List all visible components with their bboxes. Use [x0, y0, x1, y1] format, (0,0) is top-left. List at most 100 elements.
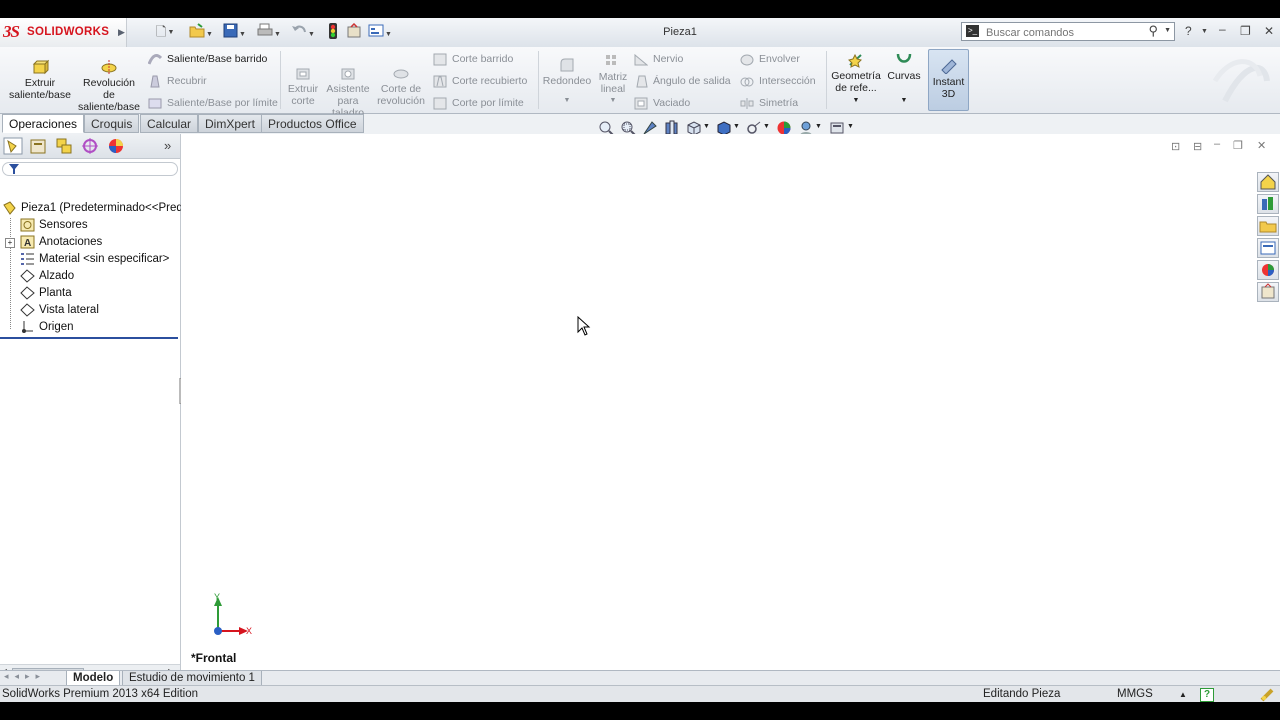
tab-croquis[interactable]: Croquis	[84, 114, 140, 133]
property-manager-tab-icon[interactable]	[28, 137, 48, 155]
tree-item-planta[interactable]: Planta	[20, 285, 72, 302]
help-dropdown-icon[interactable]: ▼	[1201, 28, 1208, 35]
help-icon[interactable]: ?	[1185, 24, 1192, 38]
view-orientation-dropdown-icon[interactable]: ▼	[703, 123, 710, 130]
task-pane-view-palette-tab[interactable]	[1257, 238, 1279, 258]
tree-item-sensores[interactable]: Sensores	[20, 217, 88, 234]
extrude-cut-button[interactable]: Extruir corte	[284, 65, 322, 107]
tab-estudio-movimiento[interactable]: Estudio de movimiento 1	[122, 671, 262, 686]
tab-modelo[interactable]: Modelo	[66, 671, 121, 686]
restore-icon[interactable]: ❐	[1240, 24, 1251, 38]
lofted-cut-button[interactable]: Corte recubierto	[433, 73, 527, 89]
plane-icon	[20, 303, 35, 317]
tab-productos-office[interactable]: Productos Office	[261, 114, 364, 133]
task-pane-custom-properties-tab[interactable]	[1257, 282, 1279, 302]
linear-pattern-button[interactable]: Matriz lineal ▼	[596, 55, 630, 107]
tab-calcular[interactable]: Calcular	[140, 114, 199, 133]
plane-icon	[20, 269, 35, 283]
open-folder-icon[interactable]: ▼	[189, 23, 213, 41]
close-icon[interactable]: ✕	[1264, 24, 1274, 38]
solidworks-menu-logo[interactable]: 3S SOLIDWORKS ▶	[0, 18, 127, 47]
linear-pattern-dropdown-icon[interactable]: ▼	[596, 95, 630, 107]
loft-label: Recubrir	[167, 75, 207, 87]
status-units[interactable]: MMGS	[1117, 686, 1153, 702]
fillet-icon	[560, 58, 574, 72]
boundary-cut-button[interactable]: Corte por límite	[433, 95, 524, 111]
rebuild-status-icon[interactable]	[1259, 687, 1275, 702]
extrude-cut-icon	[296, 68, 310, 80]
extrude-boss-button[interactable]: Extruir saliente/base	[6, 59, 74, 101]
reference-geometry-button[interactable]: Geometría de refe... ▼	[829, 53, 883, 107]
viewport-restore-icon[interactable]: ❐	[1233, 139, 1243, 152]
menu-expand-arrow-icon[interactable]: ▶	[118, 27, 125, 38]
fillet-button[interactable]: Redondeo ▼	[541, 58, 593, 107]
draft-icon	[634, 75, 648, 88]
loft-button[interactable]: Recubrir	[148, 73, 207, 89]
new-document-icon[interactable]: 🗋▼	[156, 23, 174, 41]
rollback-bar[interactable]	[0, 337, 178, 339]
view-settings-dropdown-icon[interactable]: ▼	[847, 123, 854, 130]
feature-tree-tab-icon[interactable]	[3, 137, 23, 155]
graphics-area[interactable]: ⊡ ⊟ – ❐ ✕ Y X	[181, 134, 1280, 670]
tree-item-vista-lateral[interactable]: Vista lateral	[20, 302, 99, 319]
curves-dropdown-icon[interactable]: ▼	[884, 95, 924, 107]
viewport-minimize-icon[interactable]: –	[1214, 138, 1220, 150]
swept-cut-button[interactable]: Corte barrido	[433, 51, 513, 67]
tree-item-label: Anotaciones	[39, 236, 103, 248]
fm-more-tabs-icon[interactable]: »	[164, 138, 171, 153]
minimize-icon[interactable]: –	[1219, 22, 1226, 36]
configuration-manager-tab-icon[interactable]	[54, 137, 74, 155]
task-pane-home-tab[interactable]	[1257, 172, 1279, 192]
custom-properties-icon	[1261, 283, 1275, 299]
feature-tree-filter[interactable]	[2, 162, 178, 176]
swept-boss-button[interactable]: Saliente/Base barrido	[147, 51, 267, 67]
instant3d-toggle-button[interactable]: Instant 3D	[928, 49, 969, 111]
display-manager-tab-icon[interactable]	[106, 137, 126, 155]
save-icon[interactable]: ▼	[223, 23, 246, 41]
viewport-two-view-icon[interactable]: ⊟	[1193, 140, 1202, 153]
task-pane-file-explorer-tab[interactable]	[1257, 216, 1279, 236]
draft-button[interactable]: Ángulo de salida	[634, 73, 731, 89]
units-menu-arrow[interactable]: ▲	[1179, 686, 1187, 702]
apply-scene-dropdown-icon[interactable]: ▼	[815, 123, 822, 130]
wrap-button[interactable]: Envolver	[740, 51, 800, 67]
revolve-cut-button[interactable]: Corte de revolución	[375, 65, 427, 107]
task-pane-appearances-tab[interactable]	[1257, 260, 1279, 280]
expand-anotaciones-icon[interactable]: +	[5, 238, 15, 248]
viewport-close-icon[interactable]: ✕	[1257, 139, 1266, 152]
hide-show-dropdown-icon[interactable]: ▼	[763, 123, 770, 130]
tab-operaciones[interactable]: Operaciones	[2, 114, 85, 133]
hole-wizard-button[interactable]: Asistente para taladro	[324, 65, 372, 119]
curves-button[interactable]: Curvas ▼	[884, 53, 924, 107]
tree-item-material[interactable]: Material <sin especificar>	[20, 251, 169, 268]
print-icon[interactable]: ▼	[257, 23, 281, 41]
viewport-single-view-icon[interactable]: ⊡	[1171, 140, 1180, 153]
display-style-dropdown-icon[interactable]: ▼	[733, 123, 740, 130]
file-properties-icon[interactable]	[346, 22, 362, 41]
status-help-icon[interactable]: ?	[1200, 688, 1214, 702]
search-input[interactable]	[984, 24, 1138, 41]
search-icon[interactable]: ⚲	[1148, 23, 1158, 39]
rebuild-traffic-light-icon[interactable]	[328, 23, 338, 41]
view-palette-icon	[1260, 241, 1276, 255]
tree-item-alzado[interactable]: Alzado	[20, 268, 74, 285]
intersect-button[interactable]: Intersección	[740, 73, 816, 89]
dimxpert-manager-tab-icon[interactable]	[80, 137, 100, 155]
shell-button[interactable]: Vaciado	[634, 95, 690, 111]
undo-icon[interactable]: ▼	[291, 23, 315, 41]
tab-dimxpert[interactable]: DimXpert	[198, 114, 263, 133]
search-dropdown-icon[interactable]: ▼	[1164, 27, 1171, 34]
options-icon[interactable]: ▼	[368, 23, 392, 41]
revolve-boss-button[interactable]: Revolución de saliente/base	[76, 59, 142, 113]
tree-root-part[interactable]: Pieza1 (Predeterminado<<Pred	[2, 200, 183, 217]
task-pane-design-library-tab[interactable]	[1257, 194, 1279, 214]
boundary-boss-button[interactable]: Saliente/Base por límite	[148, 95, 278, 111]
tree-item-anotaciones[interactable]: A Anotaciones	[20, 234, 102, 251]
tab-scroll-arrows-icon[interactable]: ◂◂▸▸	[4, 671, 46, 682]
command-search-box[interactable]: >_ ⚲ ▼	[961, 22, 1175, 41]
tree-item-origen[interactable]: Origen	[20, 319, 74, 336]
mirror-button[interactable]: Simetría	[740, 95, 798, 111]
reference-geometry-dropdown-icon[interactable]: ▼	[829, 95, 883, 107]
fillet-dropdown-icon[interactable]: ▼	[541, 95, 593, 107]
rib-button[interactable]: Nervio	[634, 51, 683, 67]
